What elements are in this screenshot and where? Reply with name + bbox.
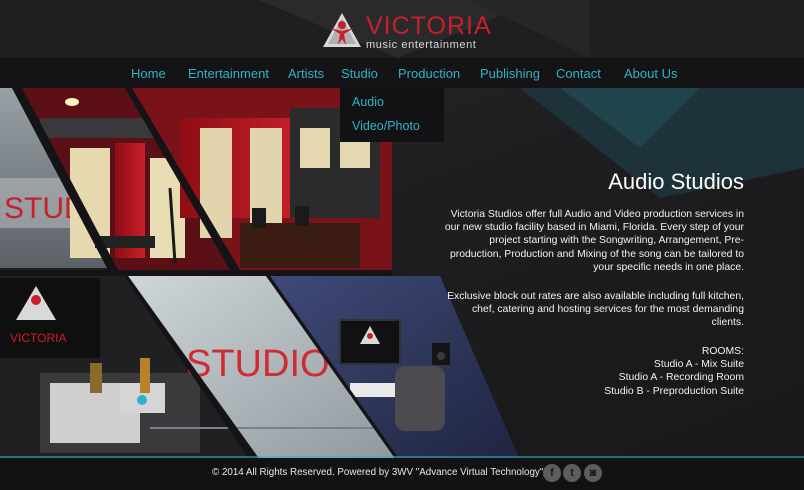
nav-about-us[interactable]: About Us	[624, 66, 677, 81]
nav-publishing[interactable]: Publishing	[480, 66, 540, 81]
rates-paragraph: Exclusive block out rates are also avail…	[447, 291, 744, 329]
logo-title: VICTORIA	[366, 12, 492, 40]
nav-entertainment[interactable]: Entertainment	[188, 66, 269, 81]
header: VICTORIA music entertainment	[0, 0, 804, 58]
nav-studio[interactable]: Studio	[341, 66, 378, 81]
logo-tagline: music entertainment	[366, 39, 477, 51]
main-nav: Home Entertainment Artists Studio Produc…	[0, 58, 804, 88]
room-item: Studio B - Preproduction Suite	[604, 385, 744, 397]
rooms-list: ROOMS: Studio A - Mix Suite Studio A - R…	[604, 345, 744, 398]
room-item: Studio A - Mix Suite	[653, 359, 744, 371]
logo-figure-icon	[323, 13, 361, 47]
room-item: Studio A - Recording Room	[618, 372, 744, 384]
facebook-icon[interactable]: f	[543, 464, 561, 482]
rooms-heading: ROOMS:	[701, 346, 744, 357]
nav-artists[interactable]: Artists	[288, 66, 324, 81]
site-logo[interactable]: VICTORIA music entertainment	[322, 10, 492, 52]
instagram-icon[interactable]: ◙	[584, 464, 602, 482]
logo-in-photo: VICTORIA	[10, 331, 66, 345]
nav-contact[interactable]: Contact	[556, 66, 601, 81]
studio-sign-center: STUDIO	[186, 343, 330, 385]
footer: © 2014 All Rights Reserved. Powered by 3…	[0, 458, 804, 490]
intro-paragraph: Victoria Studios offer full Audio and Vi…	[444, 209, 744, 273]
page-title: Audio Studios	[608, 169, 744, 194]
copyright-text: © 2014 All Rights Reserved. Powered by 3…	[212, 467, 544, 478]
studio-dropdown-menu: Audio Video/Photo	[340, 88, 444, 142]
nav-production[interactable]: Production	[398, 66, 460, 81]
nav-home[interactable]: Home	[131, 66, 166, 81]
page: VICTORIA music entertainment Home Entert…	[0, 0, 804, 490]
dropdown-video-photo[interactable]: Video/Photo	[352, 119, 420, 133]
dropdown-audio[interactable]: Audio	[352, 95, 384, 109]
twitter-icon[interactable]: t	[563, 464, 581, 482]
